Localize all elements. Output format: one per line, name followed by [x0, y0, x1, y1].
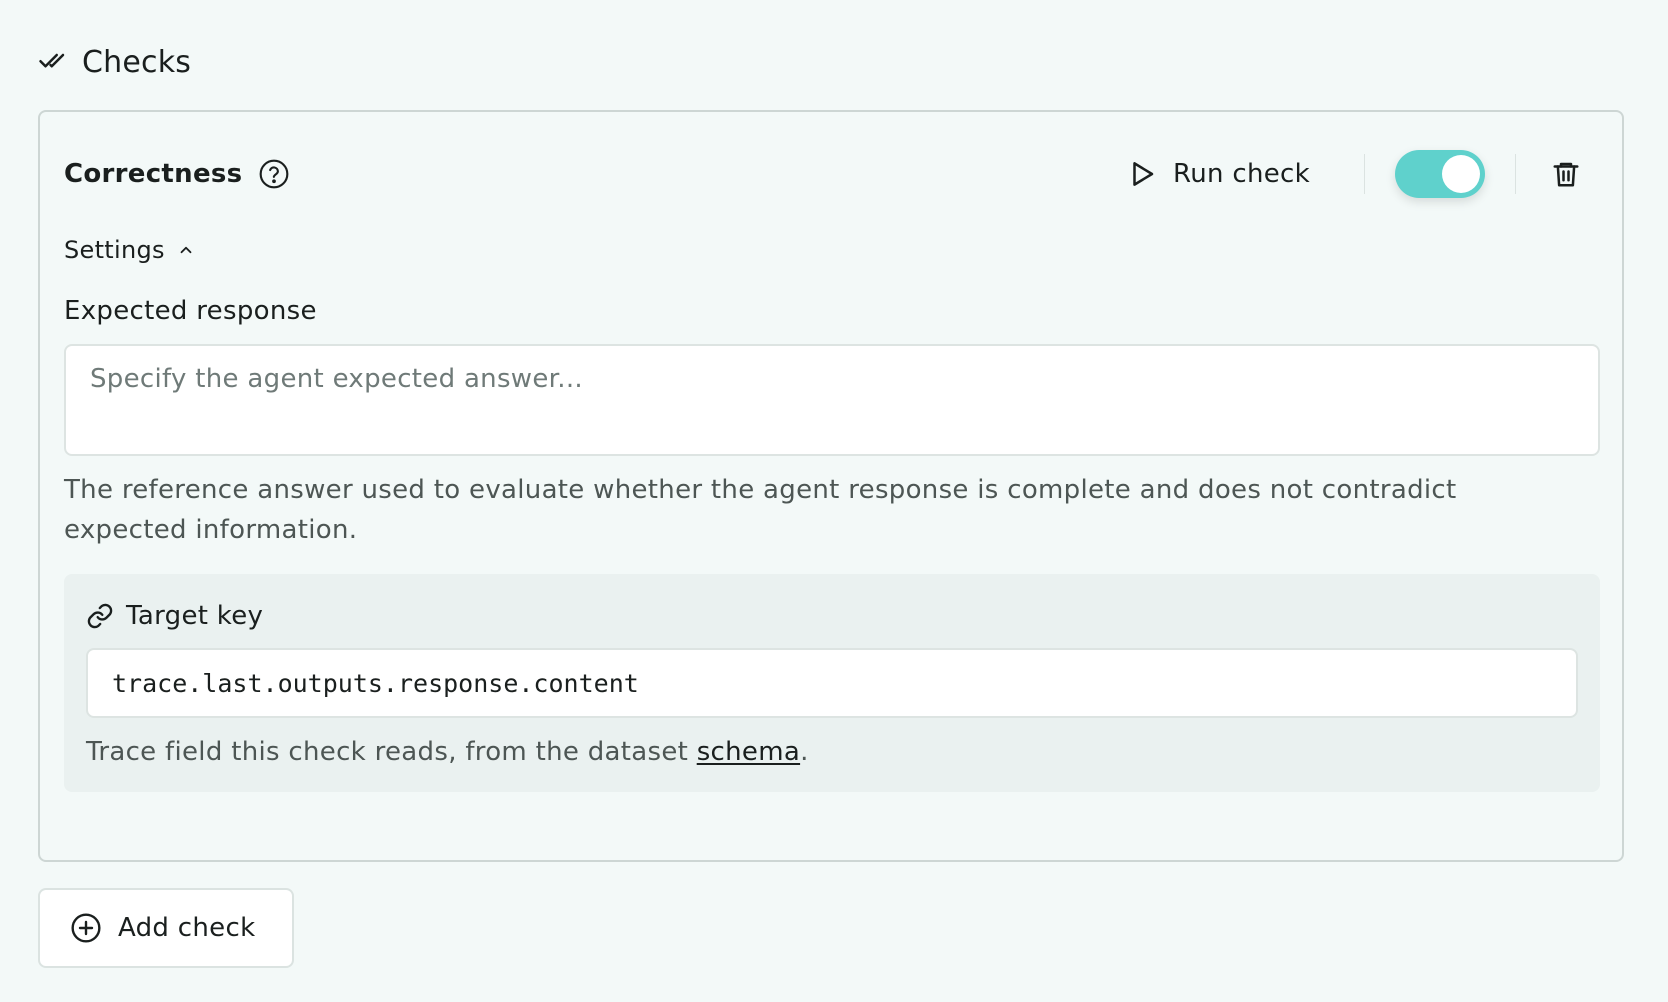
target-key-hint: Trace field this check reads, from the d…	[86, 732, 809, 772]
check-name: Correctness	[64, 159, 243, 189]
chevron-up-icon	[177, 241, 195, 259]
section-title: Checks	[82, 44, 192, 80]
divider	[1515, 154, 1516, 194]
run-check-button[interactable]: Run check	[1113, 146, 1324, 202]
target-key-label: Target key	[126, 601, 264, 631]
run-check-label: Run check	[1173, 159, 1310, 189]
check-card-header: Correctness Run check	[64, 146, 1598, 202]
target-key-panel: Target key Trace field this check reads,…	[64, 574, 1600, 792]
check-card: Correctness Run check Settings Expected …	[38, 110, 1624, 862]
header-actions: Run check	[1113, 146, 1598, 202]
plus-circle-icon	[70, 912, 102, 944]
link-icon	[86, 602, 114, 630]
add-check-label: Add check	[118, 913, 256, 943]
double-check-icon	[38, 45, 68, 79]
toggle-knob	[1442, 155, 1480, 193]
expected-response-input[interactable]	[64, 344, 1600, 456]
checks-section-header: Checks	[38, 40, 191, 84]
divider	[1364, 154, 1365, 194]
enable-check-toggle[interactable]	[1395, 150, 1485, 198]
delete-check-button[interactable]	[1546, 154, 1586, 194]
expected-response-label: Expected response	[64, 296, 317, 326]
target-key-input[interactable]	[86, 648, 1578, 718]
expected-response-hint: The reference answer used to evaluate wh…	[64, 475, 1457, 545]
settings-label: Settings	[64, 236, 165, 264]
target-key-header: Target key	[86, 596, 263, 636]
help-circle-icon[interactable]	[258, 158, 290, 190]
add-check-button[interactable]: Add check	[38, 888, 294, 968]
trash-icon	[1551, 159, 1581, 189]
play-icon	[1127, 159, 1157, 189]
settings-toggle[interactable]: Settings	[64, 230, 195, 270]
target-key-hint-prefix: Trace field this check reads, from the d…	[86, 737, 697, 767]
checks-page: Checks Correctness Run check Settings Ex…	[0, 0, 1668, 1002]
schema-link[interactable]: schema	[697, 737, 800, 767]
target-key-hint-suffix: .	[800, 737, 809, 767]
